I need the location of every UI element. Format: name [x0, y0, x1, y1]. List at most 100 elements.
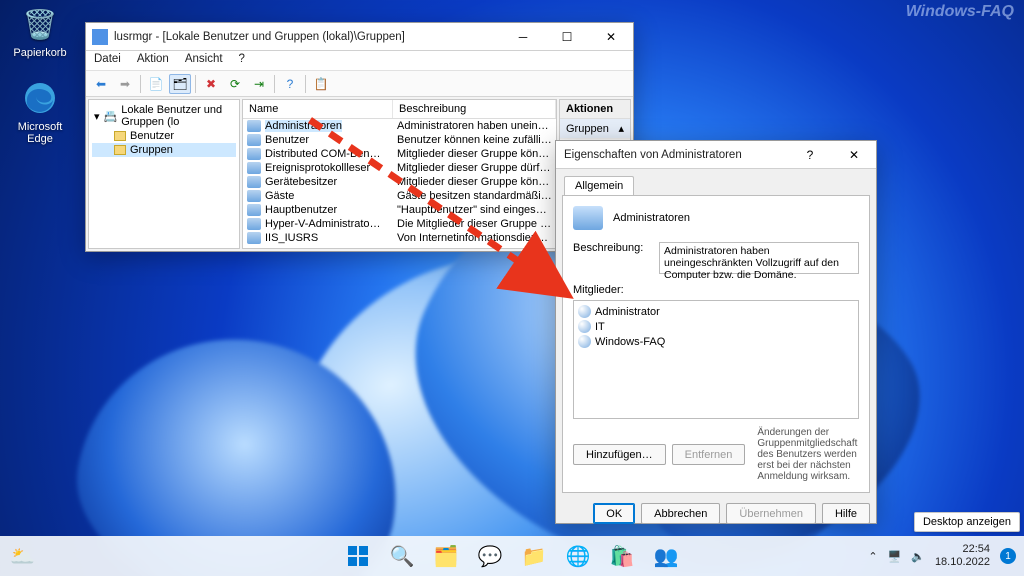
- start-button[interactable]: [339, 539, 377, 573]
- list-row[interactable]: Distributed COM-Ben… Mitglieder dieser Gr…: [243, 147, 556, 161]
- toolbar: ⬅ ➡ 📄 🗂 ✖ ⟳ ⇥ ? 📋: [86, 71, 633, 97]
- chevron-up-icon: ▴: [618, 122, 624, 135]
- members-label: Mitglieder:: [573, 284, 859, 296]
- help-button[interactable]: Hilfe: [822, 503, 870, 524]
- members-list[interactable]: AdministratorITWindows-FAQ: [573, 300, 859, 419]
- member-item[interactable]: IT: [577, 319, 855, 334]
- col-name[interactable]: Name: [243, 100, 393, 118]
- lusrmgr-taskbar-button[interactable]: 👥: [647, 539, 685, 573]
- taskbar: 🌥️ 🔍 🗂️ 💬 📁 🌐 🛍️ 👥 ⌃ 🖥️ 🔈 22:54 18.10.20…: [0, 536, 1024, 576]
- titlebar[interactable]: Eigenschaften von Administratoren ? ✕: [556, 141, 876, 169]
- list-row[interactable]: Ereignisprotokollleser Mitglieder dieser …: [243, 161, 556, 175]
- row-desc: Gäste besitzen standardmäßig die…: [393, 189, 556, 203]
- description-field[interactable]: Administratoren haben uneingeschränkten …: [659, 242, 859, 274]
- watermark-text: Windows-FAQ: [906, 3, 1014, 21]
- desktop-icon-label: Papierkorb: [4, 47, 76, 59]
- menu-view[interactable]: Ansicht: [177, 51, 231, 70]
- row-desc: Mitglieder dieser Gruppe können …: [393, 147, 556, 161]
- list-row[interactable]: Hyper-V-Administrato…Die Mitglieder dies…: [243, 217, 556, 231]
- row-name: Hauptbenutzer: [265, 204, 337, 216]
- actions-header: Aktionen: [560, 100, 630, 119]
- row-desc: "Hauptbenutzer" sind eingeschlos…: [393, 203, 556, 217]
- member-item[interactable]: Windows-FAQ: [577, 334, 855, 349]
- ok-button[interactable]: OK: [593, 503, 635, 524]
- window-title: lusrmgr - [Lokale Benutzer und Gruppen (…: [114, 31, 501, 43]
- tree-users[interactable]: Benutzer: [92, 129, 236, 143]
- explorer-button[interactable]: 📁: [515, 539, 553, 573]
- export-button[interactable]: ⇥: [248, 74, 270, 94]
- group-icon: [247, 204, 261, 216]
- list-row[interactable]: Hauptbenutzer "Hauptbenutzer" sind einges…: [243, 203, 556, 217]
- delete-button[interactable]: ✖: [200, 74, 222, 94]
- list-row[interactable]: BenutzerBenutzer können keine zufälligen…: [243, 133, 556, 147]
- dialog-title: Eigenschaften von Administratoren: [556, 149, 788, 161]
- store-button[interactable]: 🛍️: [603, 539, 641, 573]
- member-item[interactable]: Administrator: [577, 304, 855, 319]
- user-icon: [578, 320, 591, 333]
- task-view-button[interactable]: 🗂️: [427, 539, 465, 573]
- volume-icon[interactable]: 🔈: [911, 550, 925, 563]
- group-icon: [247, 134, 261, 146]
- list-row[interactable]: IIS_IUSRSVon Internetinformationsdienste…: [243, 231, 556, 245]
- tree-pane[interactable]: ▾ 📇 Lokale Benutzer und Gruppen (lo Benu…: [88, 99, 240, 249]
- list-pane[interactable]: Name Beschreibung AdministratorenAdminis…: [242, 99, 557, 249]
- add-button[interactable]: Hinzufügen…: [573, 444, 666, 465]
- tab-general[interactable]: Allgemein: [564, 176, 634, 195]
- titlebar[interactable]: lusrmgr - [Lokale Benutzer und Gruppen (…: [86, 23, 633, 51]
- edge-button[interactable]: 🌐: [559, 539, 597, 573]
- desktop-icon-recycle-bin[interactable]: 🗑️ Papierkorb: [4, 4, 76, 59]
- desktop-icon-edge[interactable]: Microsoft Edge: [4, 78, 76, 145]
- notification-badge[interactable]: 1: [1000, 548, 1016, 564]
- folder-icon: [114, 131, 126, 141]
- refresh-button[interactable]: ⟳: [224, 74, 246, 94]
- list-row[interactable]: GerätebesitzerMitglieder dieser Gruppe k…: [243, 175, 556, 189]
- menu-action[interactable]: Aktion: [129, 51, 177, 70]
- group-icon: [573, 206, 603, 230]
- close-button[interactable]: ✕: [589, 23, 633, 51]
- system-tray[interactable]: ⌃ 🖥️ 🔈 22:54 18.10.2022 1: [868, 543, 1016, 568]
- tree-label: Benutzer: [130, 130, 174, 142]
- back-button[interactable]: ⬅: [90, 74, 112, 94]
- row-name: Distributed COM-Ben…: [265, 148, 381, 160]
- properties-button[interactable]: 🗂: [169, 74, 191, 94]
- list-header[interactable]: Name Beschreibung: [243, 100, 556, 119]
- minimize-button[interactable]: ─: [501, 23, 545, 51]
- cancel-button[interactable]: Abbrechen: [641, 503, 720, 524]
- edge-icon: [20, 78, 60, 118]
- close-button[interactable]: ✕: [832, 141, 876, 169]
- row-desc: Mitglieder dieser Gruppe dürfen E…: [393, 161, 556, 175]
- recycle-bin-icon: 🗑️: [20, 4, 60, 44]
- chevron-up-icon[interactable]: ⌃: [868, 550, 877, 563]
- network-icon[interactable]: 🖥️: [888, 550, 902, 563]
- help-button[interactable]: ?: [788, 141, 832, 169]
- group-icon: [247, 176, 261, 188]
- desktop-icon-label: Microsoft Edge: [4, 121, 76, 145]
- row-desc: Mitglieder dieser Gruppe können …: [393, 175, 556, 189]
- row-name: Hyper-V-Administrato…: [265, 218, 381, 230]
- maximize-button[interactable]: ☐: [545, 23, 589, 51]
- menu-help[interactable]: ?: [231, 51, 253, 70]
- list-row[interactable]: AdministratorenAdministratoren haben une…: [243, 119, 556, 133]
- weather-widget[interactable]: 🌥️: [10, 544, 35, 569]
- tree-groups[interactable]: Gruppen: [92, 143, 236, 157]
- row-name: Ereignisprotokollleser: [265, 162, 370, 174]
- tree-root[interactable]: ▾ 📇 Lokale Benutzer und Gruppen (lo: [92, 103, 236, 129]
- view-button[interactable]: 📋: [310, 74, 332, 94]
- col-desc[interactable]: Beschreibung: [393, 100, 556, 118]
- group-icon: [247, 190, 261, 202]
- actions-groups[interactable]: Gruppen▴: [560, 119, 630, 139]
- help-button[interactable]: ?: [279, 74, 301, 94]
- chat-button[interactable]: 💬: [471, 539, 509, 573]
- search-button[interactable]: 🔍: [383, 539, 421, 573]
- row-desc: Von Internetinformationsdiensten…: [393, 231, 556, 245]
- new-button[interactable]: 📄: [145, 74, 167, 94]
- remove-button[interactable]: Entfernen: [672, 444, 746, 465]
- list-row[interactable]: GästeGäste besitzen standardmäßig die…: [243, 189, 556, 203]
- forward-button[interactable]: ➡: [114, 74, 136, 94]
- menu-file[interactable]: Datei: [86, 51, 129, 70]
- group-icon: [247, 232, 261, 244]
- apply-button[interactable]: Übernehmen: [726, 503, 816, 524]
- row-desc: Administratoren haben uneingesc…: [393, 119, 556, 133]
- group-icon: [247, 218, 261, 230]
- clock[interactable]: 22:54 18.10.2022: [935, 543, 990, 568]
